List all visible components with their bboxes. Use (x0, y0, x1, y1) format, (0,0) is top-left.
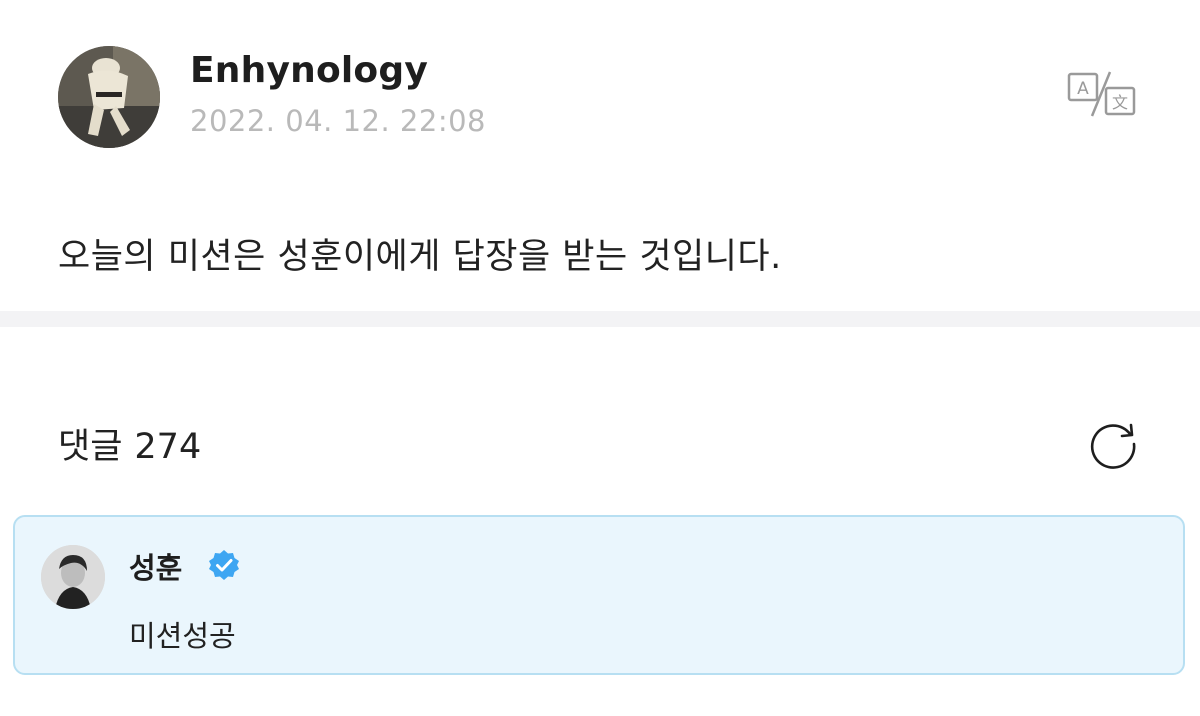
highlighted-comment[interactable]: 성훈 미션성공 (13, 515, 1185, 675)
refresh-button[interactable] (1086, 416, 1140, 470)
svg-text:文: 文 (1112, 93, 1128, 112)
comment-text: 미션성공 (129, 619, 236, 653)
section-divider (0, 311, 1200, 327)
comments-label: 댓글 (58, 427, 123, 467)
post-body-text: 오늘의 미션은 성훈이에게 답장을 받는 것입니다. (58, 237, 782, 277)
author-name[interactable]: Enhynology (190, 50, 428, 91)
comments-title: 댓글 274 (58, 418, 201, 469)
refresh-icon (1090, 423, 1136, 469)
translate-button[interactable]: A 文 (1066, 70, 1138, 120)
translate-icon: A 文 (1067, 71, 1136, 117)
comments-count: 274 (134, 427, 202, 467)
comment-author-name[interactable]: 성훈 (129, 545, 182, 587)
post-header: Enhynology 2022. 04. 12. 22:08 A 文 (58, 44, 1148, 150)
verified-badge-icon (209, 550, 239, 580)
comments-header: 댓글 274 (58, 416, 1140, 470)
avatar-photo (58, 46, 160, 148)
svg-text:A: A (1077, 79, 1089, 99)
author-avatar[interactable] (58, 46, 160, 148)
avatar-photo (41, 545, 105, 609)
comment-avatar[interactable] (41, 545, 105, 609)
post-date: 2022. 04. 12. 22:08 (190, 104, 486, 138)
